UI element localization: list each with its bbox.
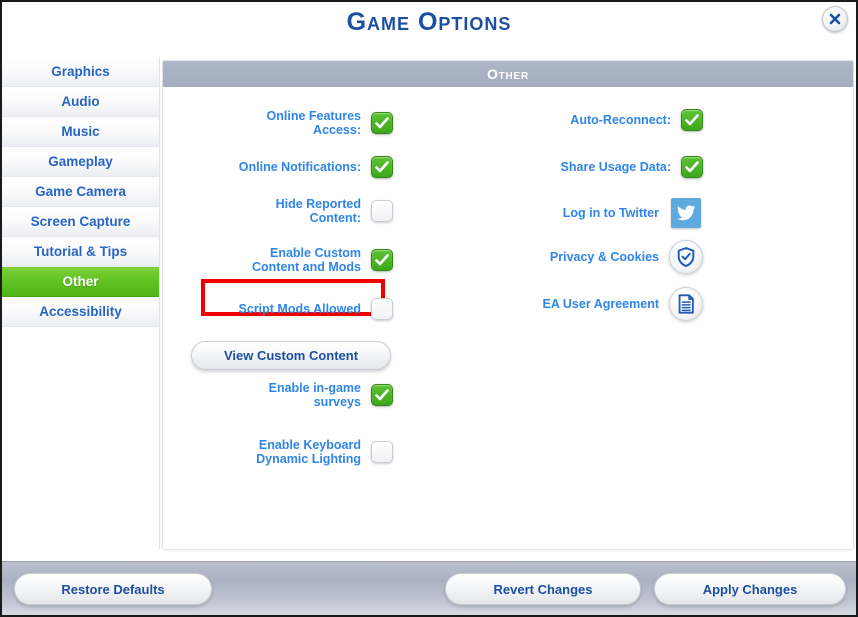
log-in-to-twitter-button[interactable] (669, 196, 703, 230)
sidebar: Graphics Audio Music Gameplay Game Camer… (2, 57, 159, 327)
sidebar-item-label: Other (62, 274, 99, 289)
option-log-in-to-twitter[interactable]: Log in to Twitter (523, 196, 703, 230)
checkmark-icon (375, 161, 389, 173)
option-online-features-access[interactable]: Online Features Access: (173, 109, 393, 137)
checkmark-icon (685, 161, 699, 173)
view-custom-content-label: View Custom Content (223, 348, 359, 363)
option-ea-user-agreement[interactable]: EA User Agreement (523, 287, 703, 321)
enable-custom-content-checkbox[interactable] (371, 249, 393, 271)
view-custom-content-button[interactable]: View Custom Content (191, 341, 391, 370)
sidebar-item-accessibility[interactable]: Accessibility (2, 297, 159, 327)
option-enable-keyboard-dynamic-lighting[interactable]: Enable Keyboard Dynamic Lighting (173, 438, 393, 466)
option-label: Enable Custom Content and Mods (251, 246, 361, 274)
hide-reported-content-checkbox[interactable] (371, 200, 393, 222)
sidebar-item-tutorial-tips[interactable]: Tutorial & Tips (2, 237, 159, 267)
sidebar-item-label: Game Camera (35, 184, 126, 199)
twitter-bird-icon (677, 205, 696, 221)
sidebar-item-label: Screen Capture (30, 214, 131, 229)
checkmark-icon (375, 389, 389, 401)
page-title: Game Options (346, 8, 512, 36)
option-label: Script Mods Allowed (238, 302, 361, 316)
sidebar-item-other[interactable]: Other (2, 267, 159, 297)
sidebar-item-music[interactable]: Music (2, 117, 159, 147)
ea-user-agreement-button[interactable] (669, 287, 703, 321)
sidebar-item-label: Graphics (51, 64, 110, 79)
enable-in-game-surveys-checkbox[interactable] (371, 384, 393, 406)
option-label: Hide Reported Content: (275, 197, 361, 225)
apply-changes-button[interactable]: Apply Changes (654, 573, 846, 605)
restore-defaults-label: Restore Defaults (61, 581, 165, 597)
revert-changes-button[interactable]: Revert Changes (445, 573, 641, 605)
script-mods-allowed-checkbox[interactable] (371, 298, 393, 320)
option-label: EA User Agreement (542, 297, 659, 311)
restore-defaults-button[interactable]: Restore Defaults (14, 573, 212, 605)
sidebar-item-game-camera[interactable]: Game Camera (2, 177, 159, 207)
option-auto-reconnect[interactable]: Auto-Reconnect: (523, 109, 703, 131)
sidebar-divider (159, 57, 160, 549)
share-usage-data-checkbox[interactable] (681, 156, 703, 178)
footer-bar: Restore Defaults Revert Changes Apply Ch… (2, 561, 856, 615)
shield-check-icon (677, 247, 695, 267)
option-label: Enable in-game surveys (268, 381, 361, 409)
game-options-window: Game Options Graphics Audio Music Gamepl… (0, 0, 858, 617)
sidebar-item-screen-capture[interactable]: Screen Capture (2, 207, 159, 237)
title-bar: Game Options (2, 2, 856, 48)
option-privacy-and-cookies[interactable]: Privacy & Cookies (523, 240, 703, 274)
option-label: Share Usage Data: (560, 160, 671, 174)
section-header: Other (163, 61, 853, 87)
online-notifications-checkbox[interactable] (371, 156, 393, 178)
option-label: Privacy & Cookies (549, 250, 659, 264)
apply-changes-label: Apply Changes (702, 581, 798, 597)
option-label: Log in to Twitter (562, 206, 659, 220)
sidebar-item-label: Tutorial & Tips (33, 244, 128, 259)
sidebar-item-audio[interactable]: Audio (2, 87, 159, 117)
option-hide-reported-content[interactable]: Hide Reported Content: (173, 197, 393, 225)
sidebar-item-graphics[interactable]: Graphics (2, 57, 159, 87)
option-label: Auto-Reconnect: (570, 113, 671, 127)
twitter-tile (671, 198, 701, 228)
option-label: Enable Keyboard Dynamic Lighting (256, 438, 361, 466)
sidebar-item-label: Audio (61, 94, 100, 109)
document-icon (678, 294, 694, 314)
close-x-icon (829, 13, 841, 25)
checkmark-icon (685, 114, 699, 126)
option-online-notifications[interactable]: Online Notifications: (173, 156, 393, 178)
option-share-usage-data[interactable]: Share Usage Data: (523, 156, 703, 178)
sidebar-item-gameplay[interactable]: Gameplay (2, 147, 159, 177)
checkmark-icon (375, 254, 389, 266)
sidebar-item-label: Gameplay (48, 154, 113, 169)
sidebar-item-label: Accessibility (39, 304, 122, 319)
auto-reconnect-checkbox[interactable] (681, 109, 703, 131)
privacy-and-cookies-button[interactable] (669, 240, 703, 274)
close-button[interactable] (822, 6, 848, 32)
options-content-panel: Other Online Features Access: Online Not… (162, 60, 854, 550)
online-features-access-checkbox[interactable] (371, 112, 393, 134)
revert-changes-label: Revert Changes (493, 581, 593, 597)
enable-keyboard-dynamic-lighting-checkbox[interactable] (371, 441, 393, 463)
sidebar-item-label: Music (61, 124, 100, 139)
option-script-mods-allowed[interactable]: Script Mods Allowed (173, 298, 393, 320)
option-label: Online Notifications: (238, 160, 361, 174)
option-enable-custom-content-and-mods[interactable]: Enable Custom Content and Mods (173, 246, 393, 274)
option-enable-in-game-surveys[interactable]: Enable in-game surveys (173, 381, 393, 409)
option-label: Online Features Access: (266, 109, 361, 137)
checkmark-icon (375, 117, 389, 129)
section-header-label: Other (486, 66, 530, 82)
